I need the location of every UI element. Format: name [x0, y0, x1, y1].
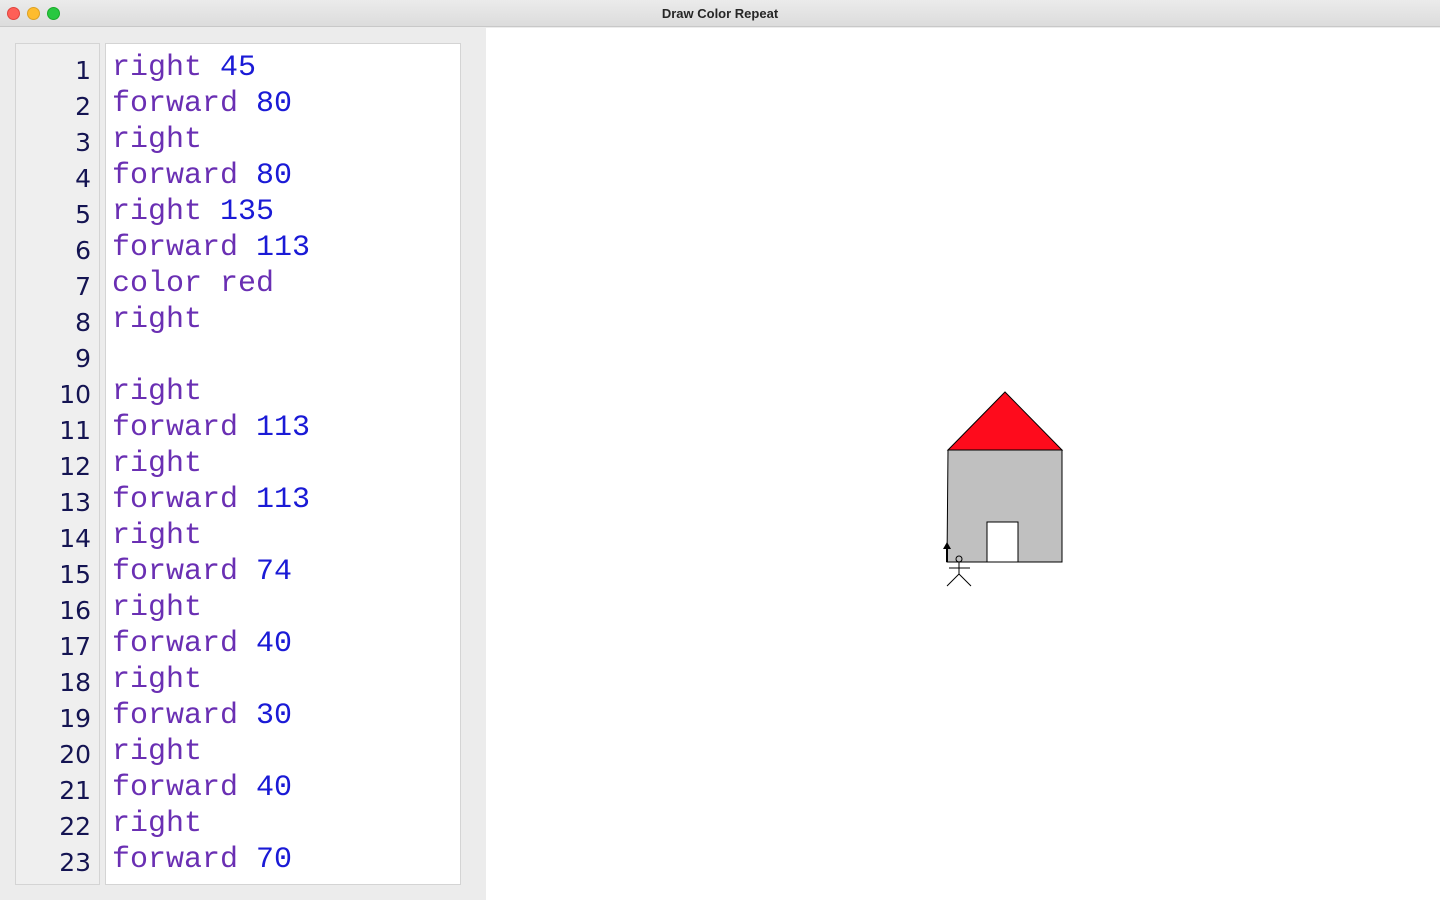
line-number: 11	[59, 416, 91, 445]
code-line[interactable]: forward 40	[112, 770, 292, 806]
line-number: 7	[75, 272, 91, 301]
code-line[interactable]: right	[112, 518, 202, 554]
code-command: forward	[112, 159, 239, 193]
line-number: 19	[59, 704, 91, 733]
line-number: 6	[75, 236, 91, 265]
house-door	[986, 521, 1019, 563]
code-line[interactable]: forward 113	[112, 230, 310, 266]
line-number: 22	[59, 812, 91, 841]
turtle-left-leg	[946, 573, 960, 587]
code-command: right	[112, 51, 203, 85]
app-window: Draw Color Repeat 1 2 3 4 5 6 7 8 9 10 11 12 13 14 15 1…	[0, 0, 1440, 900]
code-command: right	[112, 519, 203, 553]
code-command: right	[112, 375, 203, 409]
code-argument: 113	[256, 483, 311, 517]
line-number: 12	[59, 452, 91, 481]
line-number: 2	[75, 92, 91, 121]
code-command: forward	[112, 843, 239, 877]
code-line[interactable]: forward 113	[112, 482, 310, 518]
window-title: Draw Color Repeat	[661, 6, 779, 21]
code-line[interactable]: forward 80	[112, 86, 292, 122]
code-argument: 113	[256, 411, 311, 445]
code-argument: 70	[256, 843, 293, 877]
code-command: forward	[112, 699, 239, 733]
code-command: forward	[112, 555, 239, 589]
code-line[interactable]: right	[112, 122, 202, 158]
code-command: forward	[112, 771, 239, 805]
line-number: 3	[75, 128, 91, 157]
line-number: 14	[59, 524, 91, 553]
code-line[interactable]: right	[112, 302, 202, 338]
line-number: 5	[75, 200, 91, 229]
code-argument: red	[220, 267, 275, 301]
code-command: right	[112, 447, 203, 481]
code-command: right	[112, 663, 203, 697]
code-command: right	[112, 303, 203, 337]
code-line[interactable]: right 135	[112, 194, 274, 230]
code-argument: 40	[256, 627, 293, 661]
code-line[interactable]: forward 74	[112, 554, 292, 590]
line-number-gutter: 1 2 3 4 5 6 7 8 9 10 11 12 13 14 15 16 17 18 19 20 21 22 23	[15, 43, 100, 885]
line-number: 8	[75, 308, 91, 337]
line-number: 9	[75, 344, 91, 373]
house-roof	[946, 391, 1064, 451]
code-line[interactable]: right	[112, 806, 202, 842]
code-command: forward	[112, 87, 239, 121]
code-argument: 135	[220, 195, 275, 229]
code-line[interactable]: color red	[112, 266, 274, 302]
code-command: forward	[112, 231, 239, 265]
code-line[interactable]: right	[112, 662, 202, 698]
code-command: forward	[112, 483, 239, 517]
line-number: 17	[59, 632, 91, 661]
code-command: forward	[112, 627, 239, 661]
line-number: 21	[59, 776, 91, 805]
code-argument: 45	[220, 51, 257, 85]
code-command: color	[112, 267, 203, 301]
line-number: 16	[59, 596, 91, 625]
title-bar[interactable]: Draw Color Repeat	[0, 0, 1440, 27]
code-line[interactable]: right	[112, 590, 202, 626]
line-number: 20	[59, 740, 91, 769]
code-line[interactable]: forward 40	[112, 626, 292, 662]
line-number: 18	[59, 668, 91, 697]
code-argument: 80	[256, 159, 293, 193]
code-line[interactable]: forward 113	[112, 410, 310, 446]
line-number: 1	[75, 56, 91, 85]
code-command: right	[112, 195, 203, 229]
drawing-canvas	[486, 28, 1440, 900]
code-argument: 113	[256, 231, 311, 265]
line-number: 4	[75, 164, 91, 193]
code-command: right	[112, 123, 203, 157]
code-line[interactable]: right	[112, 374, 202, 410]
code-argument: 30	[256, 699, 293, 733]
code-argument: 40	[256, 771, 293, 805]
code-line[interactable]: right	[112, 446, 202, 482]
code-command: right	[112, 735, 203, 769]
code-line[interactable]: right	[112, 734, 202, 770]
code-line[interactable]: forward 30	[112, 698, 292, 734]
code-command: right	[112, 807, 203, 841]
code-line[interactable]: forward 70	[112, 842, 292, 878]
code-command: forward	[112, 411, 239, 445]
drawing-svg	[943, 391, 1064, 587]
code-line[interactable]: forward 80	[112, 158, 292, 194]
code-argument: 74	[256, 555, 293, 589]
code-editor[interactable]: right 45 forward 80 right forward 80 right 1…	[105, 43, 461, 885]
code-line[interactable]: right 45	[112, 50, 256, 86]
code-argument: 80	[256, 87, 293, 121]
line-number: 23	[59, 848, 91, 877]
code-command: right	[112, 591, 203, 625]
turtle-right-leg	[958, 573, 972, 587]
line-number: 15	[59, 560, 91, 589]
line-number: 13	[59, 488, 91, 517]
line-number: 10	[59, 380, 91, 409]
